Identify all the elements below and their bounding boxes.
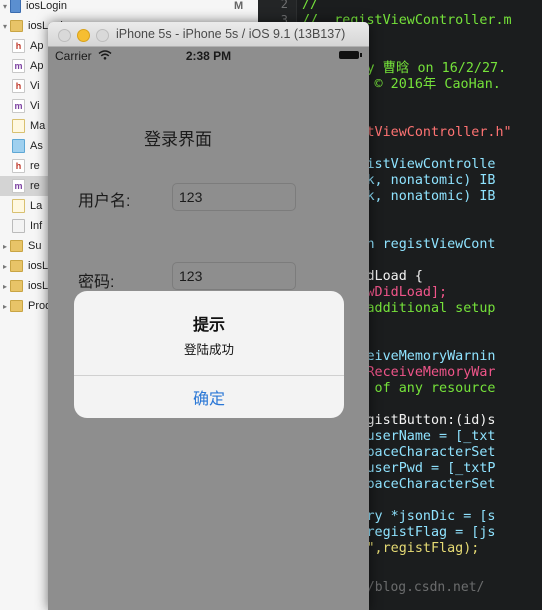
nav-row-label: Vi: [30, 100, 40, 112]
project-icon: [10, 0, 21, 13]
alert-message: 登陆成功: [183, 343, 234, 357]
username-label: 用户名:: [78, 193, 131, 210]
simulator-window: iPhone 5s - iPhone 5s / iOS 9.1 (13B137)…: [48, 22, 369, 610]
disclosure-icon[interactable]: ▾: [0, 2, 10, 11]
code-line: //: [302, 0, 319, 12]
modified-badge: M: [234, 0, 244, 12]
disclosure-icon[interactable]: ▸: [0, 242, 10, 251]
folder-icon: [10, 280, 23, 292]
header-file-icon: h: [12, 79, 25, 93]
nav-row-label: Ma: [30, 120, 46, 132]
folder-icon: [10, 300, 23, 312]
alert-dialog: 提示 登陆成功 确定: [74, 291, 344, 418]
close-window-button[interactable]: [58, 29, 71, 42]
plist-file-icon: [12, 219, 25, 233]
username-input[interactable]: [172, 183, 296, 211]
implementation-file-icon: m: [12, 99, 25, 113]
zoom-window-button[interactable]: [96, 29, 109, 42]
status-time: 2:38 PM: [185, 49, 232, 63]
battery-icon: [339, 51, 362, 59]
nav-row-project[interactable]: ▾ iosLogin M: [0, 0, 258, 16]
alert-confirm-button[interactable]: 确定: [74, 376, 344, 418]
nav-row-label: Inf: [30, 220, 43, 232]
implementation-file-icon: m: [12, 59, 25, 73]
xib-file-icon: [12, 119, 25, 133]
nav-row-label: re: [30, 180, 40, 192]
nav-row-label: Su: [28, 240, 42, 252]
nav-row-label: Ap: [30, 40, 44, 52]
nav-row-label: iosLogin: [26, 0, 67, 12]
nav-row-label: Vi: [30, 80, 40, 92]
folder-icon: [10, 240, 23, 252]
implementation-file-icon: m: [12, 179, 25, 193]
line-number: 2: [280, 0, 288, 11]
header-file-icon: h: [12, 39, 25, 53]
minimize-window-button[interactable]: [77, 29, 90, 42]
header-file-icon: h: [12, 159, 25, 173]
password-label: 密码:: [78, 274, 115, 291]
page-title: 登录界面: [144, 130, 212, 149]
nav-row-label: Ap: [30, 60, 44, 72]
window-title: iPhone 5s - iPhone 5s / iOS 9.1 (13B137): [116, 27, 346, 41]
disclosure-icon[interactable]: ▾: [0, 22, 10, 31]
device-screen: Carrier 2:38 PM 登录界面 用户名: 密码: 提示 登陆成功 确定: [48, 47, 369, 610]
assets-icon: [12, 139, 25, 153]
disclosure-icon[interactable]: ▸: [0, 302, 10, 311]
simulator-titlebar[interactable]: iPhone 5s - iPhone 5s / iOS 9.1 (13B137): [48, 22, 369, 47]
nav-row-label: La: [30, 200, 43, 212]
password-input[interactable]: [172, 262, 296, 290]
nav-row-label: re: [30, 160, 40, 172]
xib-file-icon: [12, 199, 25, 213]
folder-icon: [10, 20, 23, 32]
nav-row-label: As: [30, 140, 43, 152]
disclosure-icon[interactable]: ▸: [0, 262, 10, 271]
disclosure-icon[interactable]: ▸: [0, 282, 10, 291]
folder-icon: [10, 260, 23, 272]
alert-title: 提示: [192, 317, 225, 334]
